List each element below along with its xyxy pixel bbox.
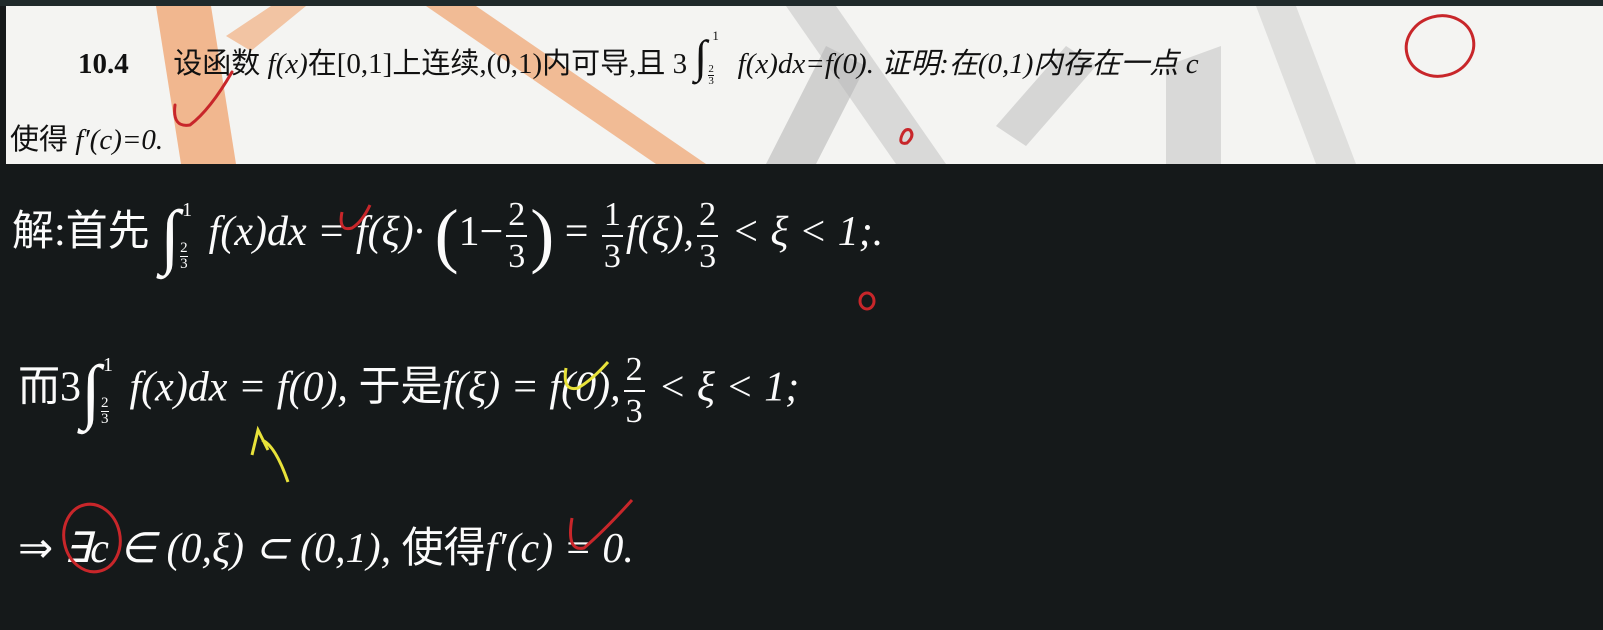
solution-line3-expr-b: f′(c) = 0. <box>485 526 634 572</box>
paren-close: ) <box>530 195 555 275</box>
problem-text-a: 设函数 <box>173 48 261 80</box>
solution-line-2: 而3 ∫ 1 23 f(x)dx = f(0), 于是f(ξ) = f(0), 2… <box>18 350 799 432</box>
solution-line1-lead: 解:首先 <box>12 209 150 256</box>
solution-line-3: ⇒ ∃c ∈ (0,ξ) ⊂ (0,1), 使得f′(c) = 0. <box>18 514 634 575</box>
frac-2-3-c: 23 <box>623 351 645 430</box>
solution-line1-expr-c: < ξ < 1;. <box>731 209 884 256</box>
integral-sign: ∫ <box>694 31 708 83</box>
one-minus: 1− <box>458 209 504 256</box>
solution-line2-mid: 于是 <box>358 364 443 411</box>
solution-line1-expr-b: f(ξ), <box>625 209 695 256</box>
solution-line2-expr-b: f(ξ) = f(0), <box>442 364 621 411</box>
problem-number: 10.4 <box>78 48 129 80</box>
problem-text-line2a: 使得 <box>10 124 69 156</box>
solution-panel: 解:首先 ∫ 1 23 f(x)dx = f(ξ)· (1− 2 3) = 1 3 f(… <box>0 164 1603 630</box>
problem-text-b: 在[0,1]上连续,(0,1)内可导,且 3 <box>307 48 688 80</box>
solution-line3-mid: 使得 <box>401 526 486 572</box>
problem-text-line2b: f′(c)=0. <box>75 124 164 156</box>
solution-line2-expr-a: f(x)dx = f(0), <box>129 364 348 411</box>
problem-fx: f(x) <box>267 48 308 80</box>
solution-line3-expr-a: ∃c ∈ (0,ξ) ⊂ (0,1), <box>63 526 392 572</box>
problem-line-1: 10.4 设函数 f(x)在[0,1]上连续,(0,1)内可导,且 3 ∫ 1 … <box>78 28 1199 88</box>
solution-line1-integral: ∫ 1 23 <box>160 195 193 276</box>
watermark-stroke-gray-5 <box>1256 6 1356 164</box>
problem-line-2: 使得 f′(c)=0. <box>10 116 163 158</box>
frac-2-3-a: 23 <box>506 195 528 275</box>
frac-2-3-b: 23 <box>697 195 719 275</box>
equals: = <box>564 209 589 256</box>
problem-integral: ∫ 1 2 3 <box>694 28 730 88</box>
solution-line2-lead: 而3 <box>18 364 82 411</box>
solution-line1-expr-a: f(x)dx = f(ξ)· <box>208 209 425 256</box>
solution-line-1: 解:首先 ∫ 1 23 f(x)dx = f(ξ)· (1− 2 3) = 1 3 f(… <box>12 194 883 277</box>
integral-upper: 1 <box>712 28 719 44</box>
integral-lower: 2 3 <box>708 63 714 88</box>
solution-line2-integral: ∫ 1 23 <box>81 351 114 431</box>
problem-text-c: f(x)dx=f(0). 证明:在(0,1)内存在一点 <box>737 48 1179 80</box>
frac-1-3: 13 <box>601 195 623 275</box>
paren-open: ( <box>434 195 459 275</box>
solution-line3-arrow: ⇒ <box>18 526 54 572</box>
solution-line2-expr-c: < ξ < 1; <box>658 364 800 411</box>
problem-panel: 10.4 设函数 f(x)在[0,1]上连续,(0,1)内可导,且 3 ∫ 1 … <box>6 6 1603 164</box>
problem-text-tail: c <box>1185 48 1199 80</box>
